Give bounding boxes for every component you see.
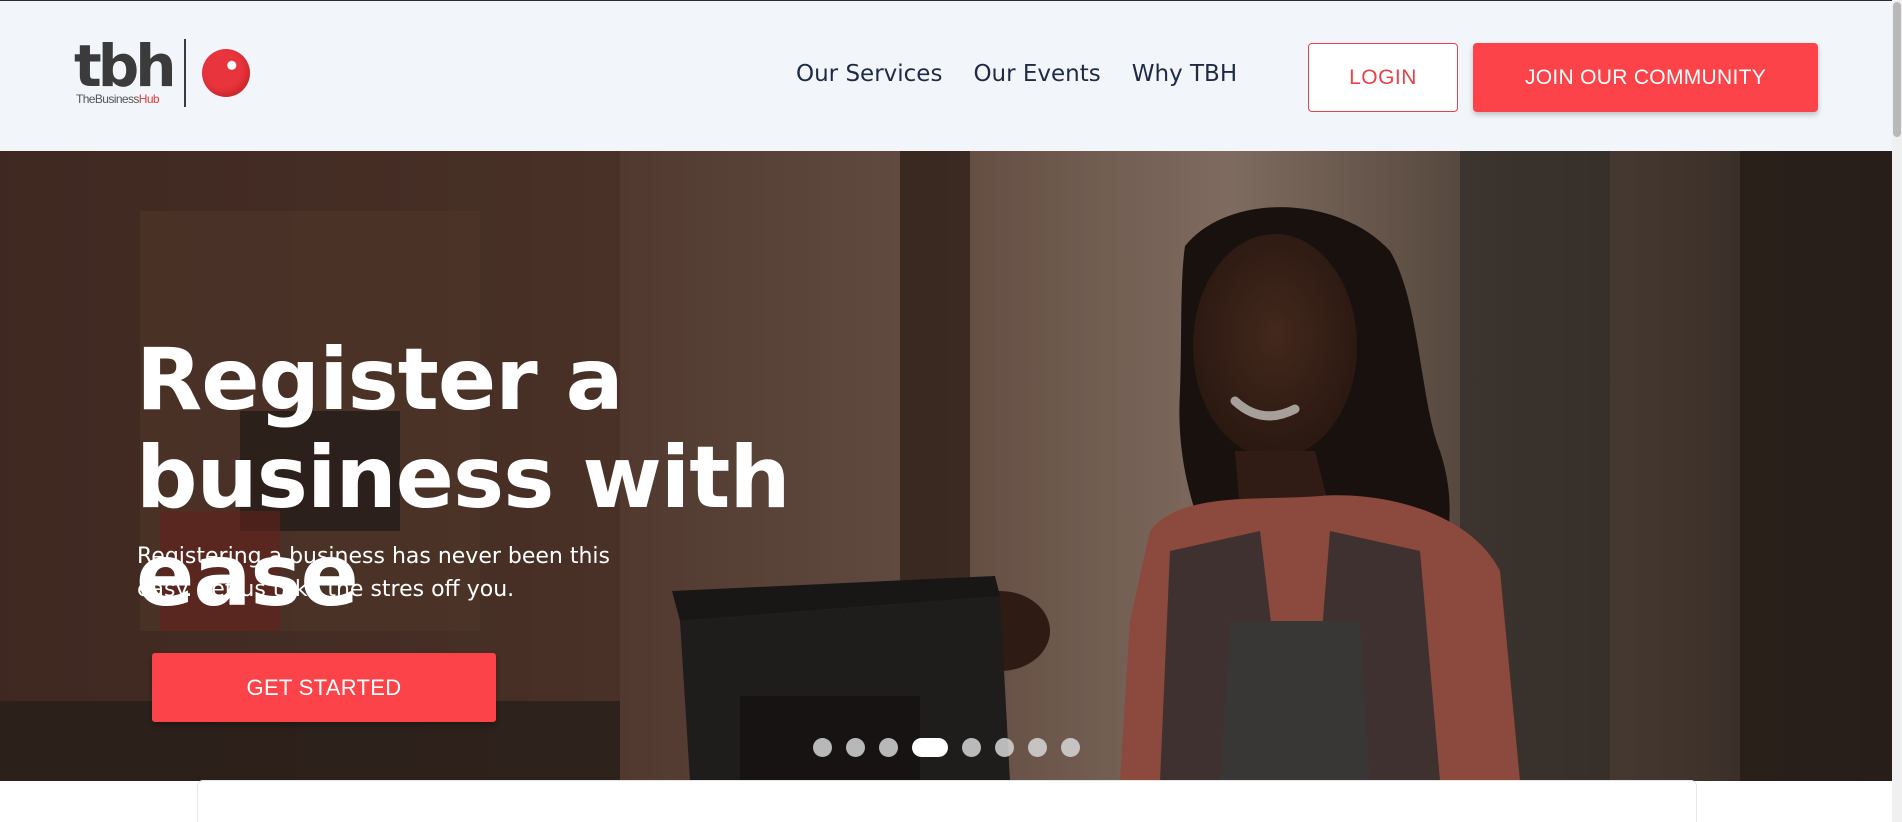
join-community-button[interactable]: JOIN OUR COMMUNITY [1473,43,1818,112]
hero-subtitle: Registering a business has never been th… [137,544,611,602]
carousel-indicators [813,738,1080,757]
logo-divider [184,39,186,107]
carousel-dot-active[interactable] [912,738,948,757]
logo-subtitle-suffix: Hub [138,92,160,106]
carousel-dot[interactable] [1061,738,1080,757]
tbh-logo[interactable]: tbh TheBusinessHub [74,37,254,109]
carousel-dot[interactable] [1028,738,1047,757]
page: tbh TheBusinessHub Our Services Our Even… [0,0,1902,822]
red-dot-logo-icon [202,49,250,97]
carousel-dot[interactable] [962,738,981,757]
main-nav: Our Services Our Events Why TBH [796,61,1237,87]
logo-subtitle-prefix: TheBusiness [76,92,139,106]
carousel-dot[interactable] [846,738,865,757]
content-card [197,780,1697,822]
site-header: tbh TheBusinessHub Our Services Our Even… [0,0,1892,151]
login-button[interactable]: LOGIN [1308,43,1458,112]
carousel-dot[interactable] [995,738,1014,757]
carousel-dot[interactable] [879,738,898,757]
logo-subtitle: TheBusinessHub [76,92,160,106]
scrollbar-thumb[interactable] [1893,2,1901,137]
carousel-dot[interactable] [813,738,832,757]
page-scrollbar[interactable] [1892,0,1902,822]
get-started-button[interactable]: GET STARTED [152,653,496,722]
logo-wordmark: tbh [74,32,177,100]
nav-our-events[interactable]: Our Events [973,61,1100,87]
nav-why-tbh[interactable]: Why TBH [1132,61,1237,87]
hero-section: Register a business with ease Registerin… [0,151,1892,781]
nav-our-services[interactable]: Our Services [796,61,942,87]
